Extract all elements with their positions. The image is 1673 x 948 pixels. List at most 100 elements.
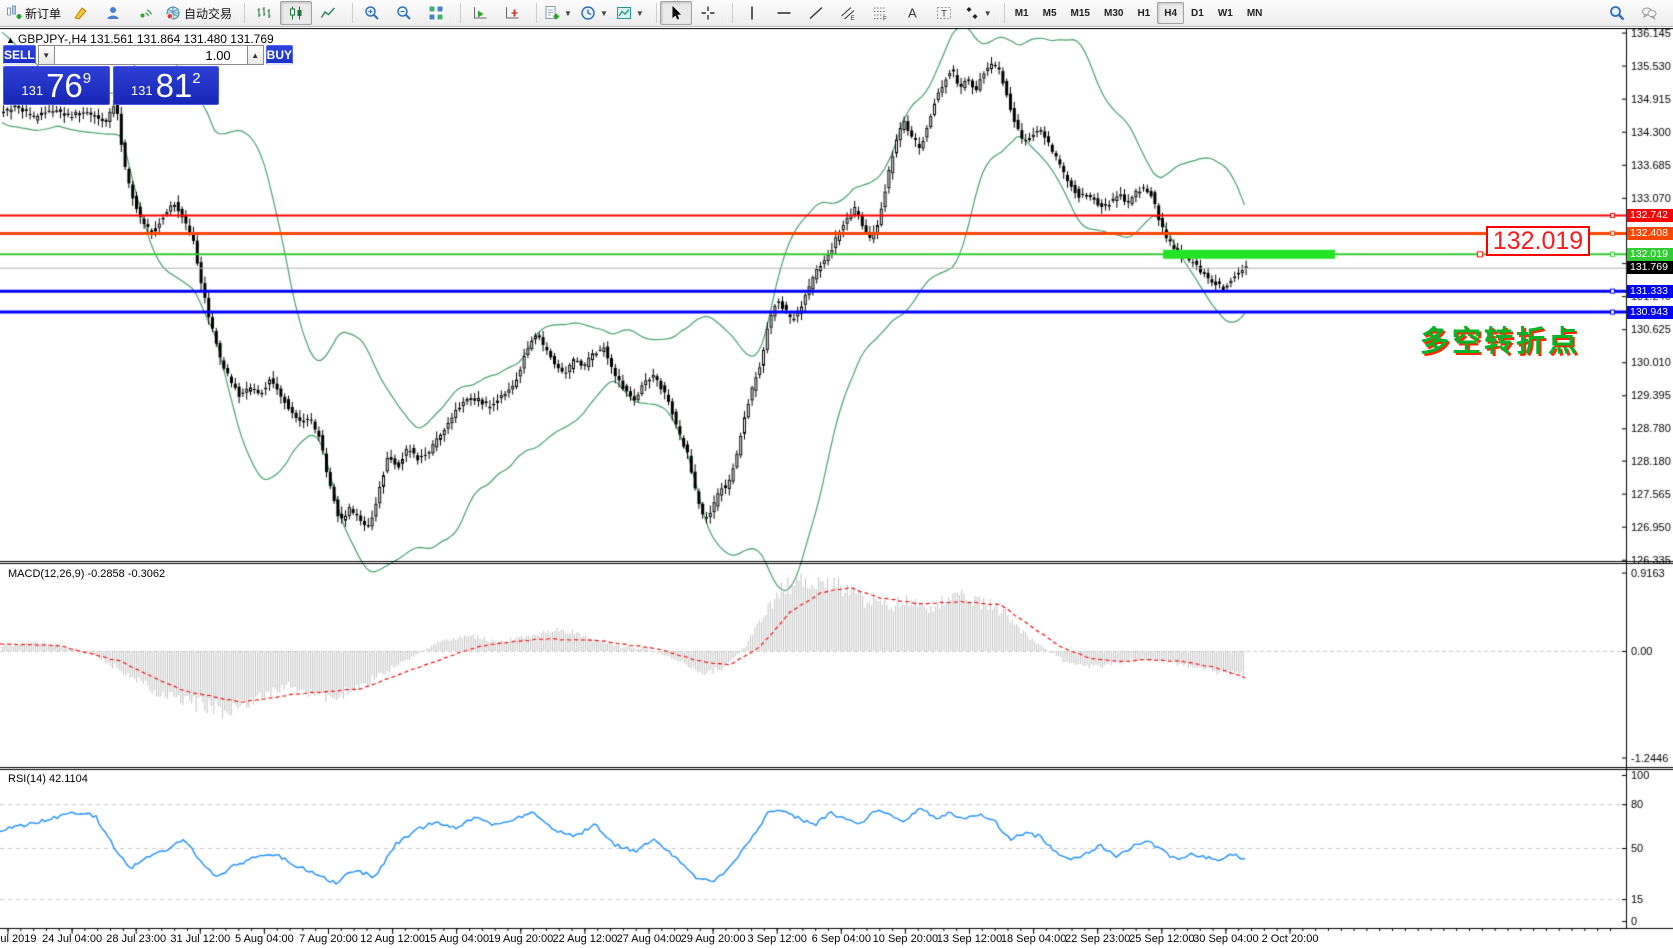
volume-control: ▼ ▲ — [38, 45, 264, 65]
search-icon — [1609, 5, 1625, 21]
search-button[interactable] — [1601, 1, 1633, 25]
line-chart-button[interactable] — [312, 1, 344, 25]
trendline-icon — [808, 5, 824, 21]
volume-up-button[interactable]: ▲ — [247, 45, 264, 65]
metaeditor-button[interactable] — [65, 1, 97, 25]
toolbar-group-objects: E FAT ▼ — [736, 0, 996, 26]
tile-windows-button[interactable] — [420, 1, 452, 25]
signals-button[interactable] — [129, 1, 161, 25]
indicators-icon — [544, 5, 560, 21]
symbol-ohlc-text: GBPJPY-,H4 131.561 131.864 131.480 131.7… — [18, 32, 274, 46]
mt4-application: 新订单 自动交易 ▼ ▼ ▼ E FAT ▼ M1 M5M15M30 H1 H4D1 W1 MN ▲GBP… — [0, 0, 1673, 948]
chat-button[interactable] — [1633, 1, 1665, 25]
tf-h1[interactable]: H1 — [1130, 2, 1157, 24]
line-chart-icon — [320, 5, 336, 21]
trendline-button[interactable] — [800, 1, 832, 25]
buy-button[interactable]: BUY — [266, 45, 293, 65]
new-order-button-label: 新订单 — [25, 5, 61, 22]
sell-price-box[interactable]: 131 76 9 — [3, 66, 110, 105]
vline-icon — [744, 5, 760, 21]
tf-w1[interactable]: W1 — [1211, 2, 1240, 24]
tf-h4[interactable]: H4 — [1157, 2, 1184, 24]
hline-button[interactable] — [768, 1, 800, 25]
toolbar-group-zoom — [356, 0, 452, 26]
tf-mn[interactable]: MN — [1240, 2, 1270, 24]
tf-h1-label: H1 — [1137, 8, 1150, 19]
svg-text:E: E — [850, 15, 855, 21]
chevron-down-icon: ▼ — [600, 9, 608, 18]
tf-mn-label: MN — [1247, 8, 1263, 19]
tf-m1-label: M1 — [1015, 8, 1029, 19]
indicators-button[interactable]: ▼ — [540, 1, 576, 25]
tf-w1-label: W1 — [1218, 8, 1233, 19]
time-axis-label: 19 Aug 20:00 — [488, 933, 553, 945]
rsi-indicator-label: RSI(14) 42.1104 — [8, 773, 88, 785]
tf-m5[interactable]: M5 — [1036, 2, 1064, 24]
time-axis-label: 27 Aug 04:00 — [617, 933, 682, 945]
label-button[interactable]: T — [928, 1, 960, 25]
channel-button[interactable]: E — [832, 1, 864, 25]
price-axis[interactable] — [1626, 28, 1673, 928]
sell-button[interactable]: SELL — [3, 45, 36, 65]
chart-canvas[interactable] — [0, 28, 1673, 948]
tf-m30[interactable]: M30 — [1097, 2, 1130, 24]
volume-down-button[interactable]: ▼ — [38, 45, 55, 65]
text-button[interactable]: A — [896, 1, 928, 25]
tile-windows-icon — [428, 5, 444, 21]
sell-price-pip: 9 — [83, 70, 91, 102]
candlestick-icon — [288, 5, 304, 21]
toolbar-separator — [999, 3, 1005, 23]
fibonacci-button[interactable]: F — [864, 1, 896, 25]
time-axis[interactable]: 19 Jul 201924 Jul 04:0028 Jul 23:0031 Ju… — [0, 929, 1673, 948]
templates-button[interactable]: ▼ — [612, 1, 648, 25]
tf-m1[interactable]: M1 — [1008, 2, 1036, 24]
buy-price-big: 81 — [156, 69, 193, 102]
toolbar-group-cursor — [660, 0, 724, 26]
chevron-down-icon: ▼ — [636, 9, 644, 18]
one-click-toggle-icon[interactable]: ▲ — [6, 35, 15, 45]
time-axis-label: 18 Sep 04:00 — [1001, 933, 1066, 945]
tf-d1[interactable]: D1 — [1184, 2, 1211, 24]
toolbar-group-timeframes: M1 M5M15M30 H1 H4D1 W1 MN — [1008, 0, 1270, 26]
label-icon: T — [936, 5, 952, 21]
autotrading-button[interactable]: 自动交易 — [161, 1, 236, 25]
cursor-button[interactable] — [660, 1, 692, 25]
hline-price-label: 132.742 — [1627, 209, 1673, 222]
time-axis-label: 7 Aug 20:00 — [299, 933, 358, 945]
toolbar-group-dropdowns: ▼ ▼ ▼ — [540, 0, 648, 26]
new-order-button[interactable]: 新订单 — [2, 1, 65, 25]
vline-button[interactable] — [736, 1, 768, 25]
price-annotation-box[interactable]: 132.019 — [1486, 226, 1590, 256]
toolbar-group-trade: 新订单 自动交易 — [2, 0, 236, 26]
crosshair-button[interactable] — [692, 1, 724, 25]
zoom-out-icon — [396, 5, 412, 21]
time-axis-label: 3 Sep 12:00 — [748, 933, 807, 945]
sell-price-figure: 131 — [21, 83, 43, 102]
zoom-in-button[interactable] — [356, 1, 388, 25]
bar-chart-button[interactable] — [248, 1, 280, 25]
toolbar-separator — [239, 3, 245, 23]
volume-input[interactable] — [55, 45, 247, 65]
chevron-down-icon: ▼ — [984, 9, 992, 18]
candlestick-button[interactable] — [280, 1, 312, 25]
time-axis-label: 19 Jul 2019 — [0, 933, 36, 945]
bar-chart-icon — [256, 5, 272, 21]
toolbar-separator — [727, 3, 733, 23]
chart-shift-button[interactable] — [496, 1, 528, 25]
time-axis-label: 31 Jul 12:00 — [170, 933, 230, 945]
periods-button[interactable]: ▼ — [576, 1, 612, 25]
community-button[interactable] — [97, 1, 129, 25]
turning-point-annotation[interactable]: 多空转折点 — [1420, 318, 1580, 360]
time-axis-label: 24 Jul 04:00 — [42, 933, 102, 945]
toolbar-separator — [651, 3, 657, 23]
auto-scroll-button[interactable] — [464, 1, 496, 25]
arrows-button[interactable]: ▼ — [960, 1, 996, 25]
auto-scroll-icon — [472, 5, 488, 21]
buy-price-box[interactable]: 131 81 2 — [113, 66, 220, 105]
tf-m15[interactable]: M15 — [1064, 2, 1097, 24]
zoom-out-button[interactable] — [388, 1, 420, 25]
zoom-in-icon — [364, 5, 380, 21]
hline-price-label: 132.408 — [1627, 227, 1673, 240]
macd-indicator-label: MACD(12,26,9) -0.2858 -0.3062 — [8, 568, 165, 580]
time-axis-label: 30 Sep 04:00 — [1193, 933, 1258, 945]
